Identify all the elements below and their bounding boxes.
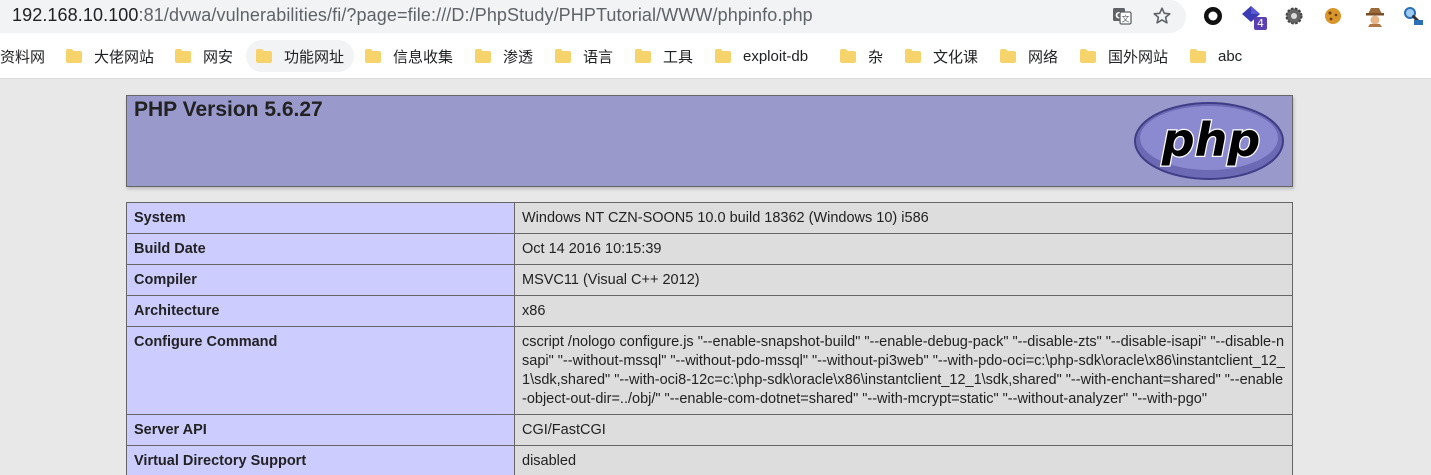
url-host: 192.168.10.100 xyxy=(12,5,139,25)
url-text[interactable]: 192.168.10.100:81/dvwa/vulnerabilities/f… xyxy=(12,5,813,26)
bookmarks-bar: 资料网 大佬网站 网安 功能网址 信息收集 渗透 语言 工具 exploit-d… xyxy=(0,34,1431,79)
bookmark-label: exploit-db xyxy=(743,47,809,65)
url-path: :81/dvwa/vulnerabilities/fi/?page=file:/… xyxy=(138,5,813,25)
row-key: Configure Command xyxy=(126,326,515,415)
bookmark-label: 大佬网站 xyxy=(94,48,155,66)
circle-extension-icon[interactable] xyxy=(1202,5,1224,27)
bookmark-label: 文化课 xyxy=(933,48,979,66)
bookmark-1[interactable]: 大佬网站 xyxy=(66,40,154,72)
folder-icon xyxy=(1000,49,1016,63)
bookmark-label: 资料网 xyxy=(0,48,46,66)
row-value: CGI/FastCGI xyxy=(514,414,1293,446)
phpinfo-table: System Windows NT CZN-SOON5 10.0 build 1… xyxy=(126,202,1293,475)
page-content: PHP Version 5.6.27 php System Windows NT… xyxy=(0,79,1431,475)
row-key: Virtual Directory Support xyxy=(126,445,515,475)
bookmark-label: 杂 xyxy=(868,48,884,66)
bookmark-10[interactable]: 文化课 xyxy=(905,40,978,72)
php-logo-text: php xyxy=(1161,113,1261,167)
row-key: System xyxy=(126,202,515,234)
table-row: Architecture x86 xyxy=(126,295,1293,327)
bookmark-label: 网安 xyxy=(203,48,234,66)
spy-extension-icon[interactable] xyxy=(1364,5,1386,27)
bookmark-4[interactable]: 信息收集 xyxy=(365,40,453,72)
row-key: Compiler xyxy=(126,264,515,296)
table-row: Compiler MSVC11 (Visual C++ 2012) xyxy=(126,264,1293,296)
bookmark-5[interactable]: 渗透 xyxy=(475,40,533,72)
bookmark-label: 功能网址 xyxy=(284,48,345,66)
row-value: cscript /nologo configure.js "--enable-s… xyxy=(514,326,1293,415)
folder-icon xyxy=(905,49,921,63)
table-row: Configure Command cscript /nologo config… xyxy=(126,326,1293,415)
table-row: System Windows NT CZN-SOON5 10.0 build 1… xyxy=(126,202,1293,234)
folder-icon xyxy=(635,49,651,63)
bookmark-0[interactable]: 资料网 xyxy=(0,40,45,72)
cookie-extension-icon[interactable] xyxy=(1322,5,1344,27)
row-key: Build Date xyxy=(126,233,515,265)
svg-text:文: 文 xyxy=(1122,14,1130,24)
bookmark-label: abc xyxy=(1218,47,1243,65)
bookmark-label: 工具 xyxy=(663,48,694,66)
bookmark-6[interactable]: 语言 xyxy=(555,40,613,72)
phpinfo-header: PHP Version 5.6.27 php xyxy=(126,95,1293,187)
address-bar-row: 192.168.10.100:81/dvwa/vulnerabilities/f… xyxy=(0,0,1431,34)
omnibox[interactable]: 192.168.10.100:81/dvwa/vulnerabilities/f… xyxy=(0,0,1186,33)
table-row: Server API CGI/FastCGI xyxy=(126,414,1293,446)
row-value: Windows NT CZN-SOON5 10.0 build 18362 (W… xyxy=(514,202,1293,234)
page-title: PHP Version 5.6.27 xyxy=(134,98,323,121)
bookmark-label: 语言 xyxy=(583,48,614,66)
bookmark-11[interactable]: 网络 xyxy=(1000,40,1058,72)
row-key: Architecture xyxy=(126,295,515,327)
gear-extension-icon[interactable] xyxy=(1283,5,1305,27)
folder-icon xyxy=(555,49,571,63)
purple-gem-extension-icon[interactable]: 4 xyxy=(1240,5,1267,30)
folder-icon xyxy=(365,49,381,63)
bookmark-13[interactable]: abc xyxy=(1190,40,1242,72)
bookmark-12[interactable]: 国外网站 xyxy=(1080,40,1168,72)
folder-icon xyxy=(715,49,731,63)
folder-icon xyxy=(1190,49,1206,63)
table-row: Virtual Directory Support disabled xyxy=(126,445,1293,475)
star-icon[interactable] xyxy=(1152,6,1172,26)
bookmark-label: 国外网站 xyxy=(1108,48,1169,66)
magnifier-extension-icon[interactable] xyxy=(1402,5,1424,27)
translate-icon[interactable]: G 文 xyxy=(1112,6,1132,26)
folder-icon xyxy=(66,49,82,63)
bookmark-8[interactable]: exploit-db xyxy=(715,40,808,72)
bookmark-9[interactable]: 杂 xyxy=(840,40,883,72)
folder-icon xyxy=(840,49,856,63)
row-value: disabled xyxy=(514,445,1293,475)
row-key: Server API xyxy=(126,414,515,446)
extension-badge: 4 xyxy=(1254,17,1267,30)
folder-icon xyxy=(1080,49,1096,63)
bookmark-2[interactable]: 网安 xyxy=(175,40,233,72)
bookmark-3[interactable]: 功能网址 xyxy=(246,40,355,72)
php-logo[interactable]: php xyxy=(1133,100,1286,185)
bookmark-label: 渗透 xyxy=(503,48,534,66)
bookmark-7[interactable]: 工具 xyxy=(635,40,693,72)
bookmark-label: 信息收集 xyxy=(393,48,454,66)
folder-icon xyxy=(256,49,272,63)
row-value: x86 xyxy=(514,295,1293,327)
folder-icon xyxy=(475,49,491,63)
table-row: Build Date Oct 14 2016 10:15:39 xyxy=(126,233,1293,265)
bookmark-label: 网络 xyxy=(1028,48,1059,66)
row-value: Oct 14 2016 10:15:39 xyxy=(514,233,1293,265)
row-value: MSVC11 (Visual C++ 2012) xyxy=(514,264,1293,296)
folder-icon xyxy=(175,49,191,63)
